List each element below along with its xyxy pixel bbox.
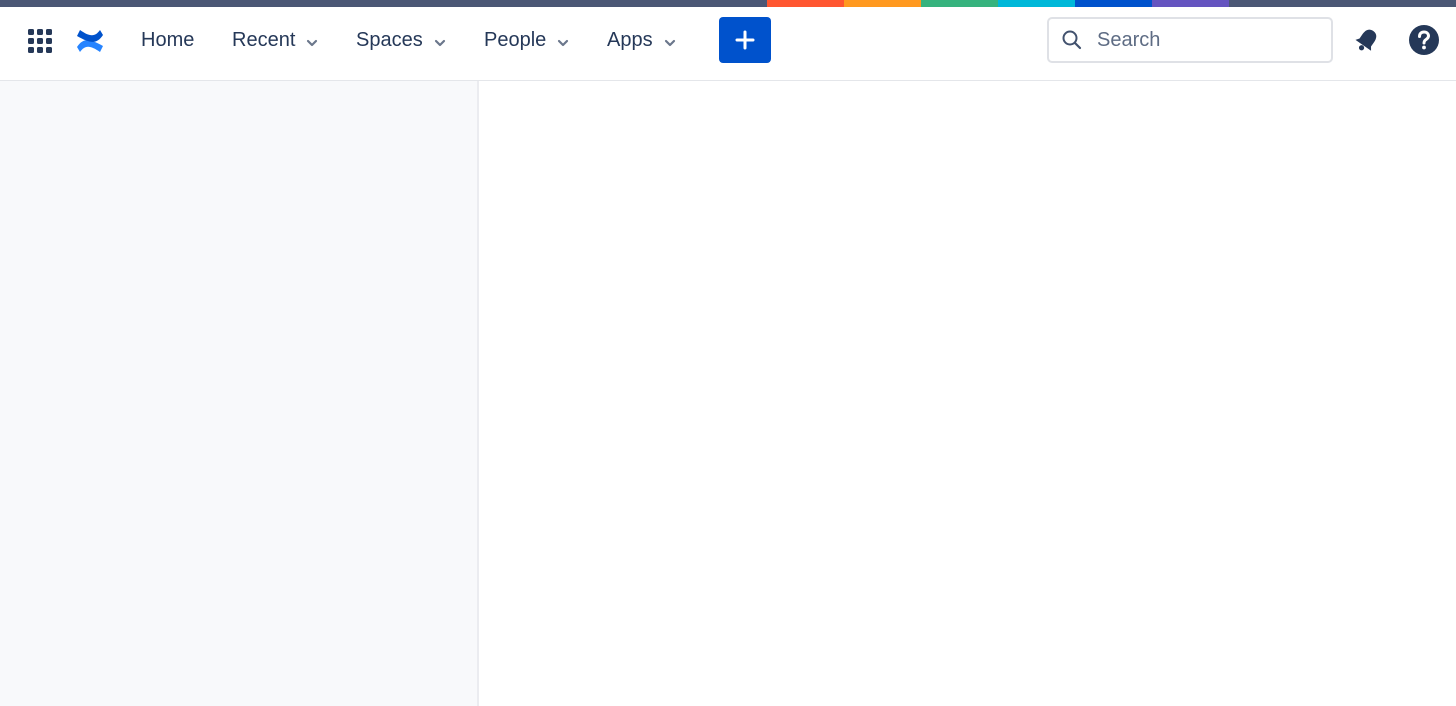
stripe-segment-purple [1152, 0, 1229, 7]
top-navigation-bar: Home Recent Spaces People Apps [0, 7, 1456, 81]
nav-people-label: People [484, 28, 547, 51]
confluence-logo-icon[interactable] [74, 25, 106, 57]
nav-spaces-dropdown[interactable]: Spaces [356, 7, 447, 73]
nav-spaces-label: Spaces [356, 28, 423, 51]
top-color-stripe [0, 0, 1456, 7]
search-icon [1061, 29, 1083, 51]
nav-apps-label: Apps [607, 28, 653, 51]
chevron-down-icon [556, 33, 570, 47]
create-button[interactable] [719, 17, 771, 63]
nav-home[interactable]: Home [141, 7, 194, 73]
chevron-down-icon [305, 33, 319, 47]
search-box[interactable] [1047, 17, 1333, 63]
sidebar [0, 81, 479, 706]
main-content [479, 81, 1456, 706]
nav-recent-label: Recent [232, 28, 296, 51]
bell-icon[interactable] [1352, 25, 1382, 55]
stripe-segment-red [767, 0, 844, 7]
stripe-segment-teal [998, 0, 1075, 7]
app-switcher-grid-icon[interactable] [26, 27, 54, 55]
nav-recent-dropdown[interactable]: Recent [232, 7, 319, 73]
help-icon[interactable] [1408, 24, 1440, 56]
nav-home-label: Home [141, 28, 195, 51]
stripe-segment-orange [844, 0, 921, 7]
plus-icon [735, 30, 755, 50]
chevron-down-icon [433, 33, 447, 47]
stripe-segment-blue [1075, 0, 1152, 7]
search-input[interactable] [1095, 27, 1319, 53]
stripe-segment-green [921, 0, 998, 7]
chevron-down-icon [663, 33, 677, 47]
nav-apps-dropdown[interactable]: Apps [607, 7, 677, 73]
nav-people-dropdown[interactable]: People [484, 7, 570, 73]
